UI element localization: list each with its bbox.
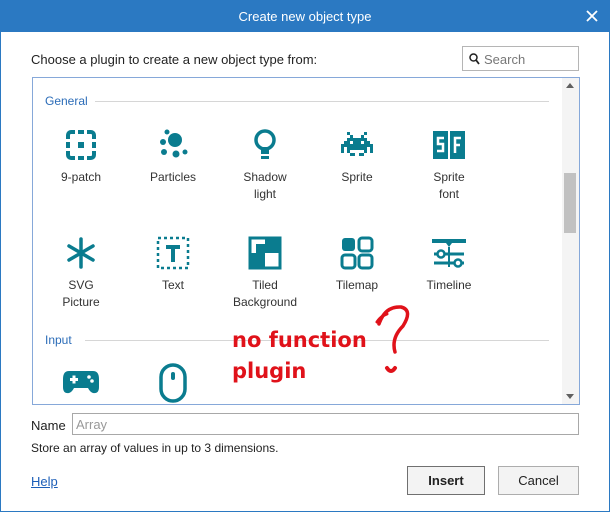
particles-icon bbox=[160, 129, 188, 158]
scroll-thumb[interactable] bbox=[564, 173, 576, 233]
timeline-icon bbox=[432, 239, 466, 268]
search-box[interactable] bbox=[462, 46, 579, 71]
plugin-label: 9-patch bbox=[60, 170, 102, 184]
scroll-down-icon[interactable] bbox=[566, 394, 574, 399]
plugin-label: SVG Picture bbox=[62, 278, 100, 309]
plugin-description: Store an array of values in up to 3 dime… bbox=[31, 441, 279, 455]
plugin-mouse[interactable] bbox=[133, 363, 213, 403]
plugin-label: Text bbox=[161, 278, 184, 292]
plugin-label: Timeline bbox=[426, 278, 472, 292]
close-icon[interactable] bbox=[583, 7, 601, 25]
plugin-sprite[interactable]: Sprite bbox=[317, 128, 397, 186]
mouse-icon bbox=[159, 363, 187, 403]
category-divider bbox=[95, 101, 549, 102]
plugin-shadow-light[interactable]: Shadow light bbox=[225, 128, 305, 203]
annotation-line-2: plugin bbox=[232, 359, 307, 383]
plugin-label: Sprite font bbox=[433, 170, 465, 201]
search-input[interactable] bbox=[484, 50, 574, 68]
plugin-label: Sprite bbox=[341, 170, 373, 184]
sprite-font-icon bbox=[433, 131, 465, 159]
plugin-label: Shadow light bbox=[243, 170, 287, 201]
plugin-particles[interactable]: Particles bbox=[133, 128, 213, 186]
plugin-list: General 9-patch Particles Shadow light S… bbox=[32, 77, 580, 405]
insert-button[interactable]: Insert bbox=[407, 466, 485, 495]
asterisk-icon bbox=[67, 237, 95, 269]
space-invader-icon bbox=[341, 132, 373, 156]
annotation-line-1: no function bbox=[232, 328, 367, 352]
plugin-text[interactable]: Text bbox=[133, 236, 213, 294]
question-mark-icon bbox=[375, 305, 410, 373]
gamepad-icon bbox=[63, 371, 99, 394]
category-general: General bbox=[45, 94, 88, 108]
plugin-svg-picture[interactable]: SVG Picture bbox=[41, 236, 121, 311]
plugin-tiled-background[interactable]: Tiled Background bbox=[225, 236, 305, 311]
category-input: Input bbox=[45, 333, 72, 347]
plugin-9-patch[interactable]: 9-patch bbox=[41, 128, 121, 186]
title-bar[interactable]: Create new object type bbox=[1, 1, 609, 32]
plugin-label: Tiled Background bbox=[232, 278, 298, 309]
annotation-text: no function plugin bbox=[232, 325, 367, 387]
plugin-label: Particles bbox=[149, 170, 196, 184]
plugin-tilemap[interactable]: Tilemap bbox=[317, 236, 397, 294]
tilemap-icon bbox=[340, 236, 374, 270]
plugin-list-scrollbar[interactable] bbox=[562, 78, 579, 404]
name-input[interactable] bbox=[72, 413, 579, 435]
help-link[interactable]: Help bbox=[31, 474, 58, 489]
name-label: Name bbox=[31, 418, 66, 433]
tiled-background-icon bbox=[248, 236, 282, 270]
prompt-text: Choose a plugin to create a new object t… bbox=[31, 52, 318, 67]
lightbulb-icon bbox=[254, 129, 276, 159]
create-object-dialog: Create new object type Choose a plugin t… bbox=[0, 0, 610, 512]
search-icon bbox=[469, 53, 480, 65]
plugin-timeline[interactable]: Timeline bbox=[409, 236, 489, 294]
plugin-sprite-font[interactable]: Sprite font bbox=[409, 128, 489, 203]
plugin-gamepad[interactable] bbox=[41, 363, 121, 397]
text-box-icon bbox=[156, 236, 190, 270]
scroll-up-icon[interactable] bbox=[566, 83, 574, 88]
dialog-title: Create new object type bbox=[238, 9, 372, 24]
plugin-label: Tilemap bbox=[335, 278, 379, 292]
9-patch-icon bbox=[66, 130, 96, 160]
cancel-button[interactable]: Cancel bbox=[498, 466, 579, 495]
